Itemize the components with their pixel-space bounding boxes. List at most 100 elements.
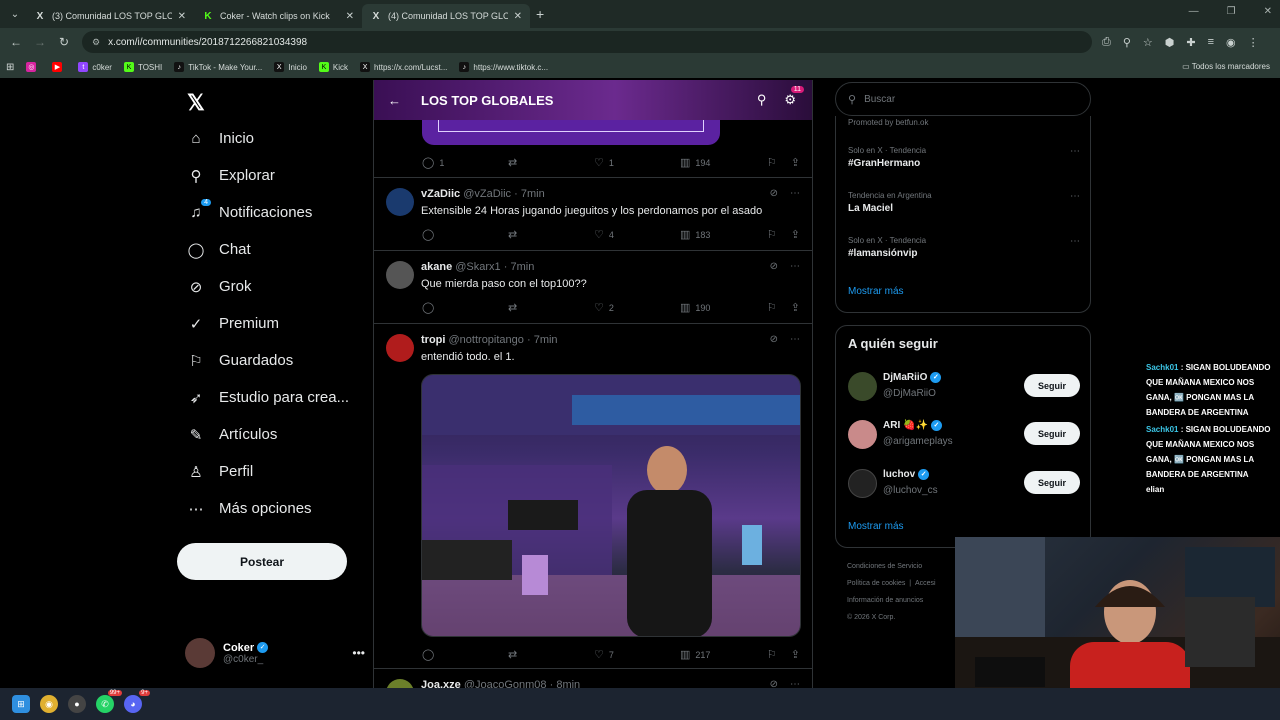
share-icon[interactable]: ⇪: [791, 228, 800, 241]
tweet-handle[interactable]: @nottropitango: [449, 334, 524, 346]
obs-icon[interactable]: ●: [68, 695, 86, 713]
cast-icon[interactable]: ⎙: [1102, 36, 1111, 49]
repost-button[interactable]: ⇄: [508, 228, 594, 241]
nav-profile[interactable]: ♙ Perfil: [175, 453, 365, 490]
grok-icon[interactable]: ⊘: [770, 679, 778, 688]
reply-button[interactable]: ◯: [422, 228, 508, 241]
more-icon[interactable]: •••: [352, 646, 365, 660]
nav-articles[interactable]: ✎ Artículos: [175, 416, 365, 453]
browser-tab-1[interactable]: X (3) Comunidad LOS TOP GLOBALES ✕: [26, 4, 194, 28]
tweet-author[interactable]: akane: [421, 261, 452, 273]
like-button[interactable]: ♡ 4: [594, 228, 680, 241]
minimize-icon[interactable]: —: [1189, 6, 1199, 17]
close-icon[interactable]: ✕: [346, 11, 354, 22]
tweet-author[interactable]: vZaDiic: [421, 188, 460, 200]
tweet-handle[interactable]: @JoacoGonm08: [464, 679, 547, 688]
bookmark-c0ker[interactable]: t c0ker: [78, 62, 112, 72]
share-icon[interactable]: ⇪: [791, 156, 800, 169]
reply-button[interactable]: ◯ 1: [422, 156, 508, 169]
tweet-author[interactable]: tropi: [421, 334, 445, 346]
bookmark-x-lucst[interactable]: Xhttps://x.com/Lucst...: [360, 62, 447, 72]
bookmark-tiktok[interactable]: ♪ TikTok - Make Your...: [174, 62, 262, 72]
bookmark-tiktok-2[interactable]: ♪ https://www.tiktok.c...: [459, 62, 548, 72]
more-icon[interactable]: ⋯: [790, 188, 800, 199]
bookmark-icon[interactable]: ⚐: [767, 648, 777, 661]
nav-grok[interactable]: ⊘ Grok: [175, 268, 365, 305]
avatar[interactable]: [386, 261, 414, 289]
windows-icon[interactable]: ⊞: [12, 695, 30, 713]
nav-notifications[interactable]: ♫ 4 Notificaciones: [175, 194, 365, 231]
nav-chat[interactable]: ◯ Chat: [175, 231, 365, 268]
bookmark-toshi[interactable]: K TOSHI: [123, 62, 162, 72]
reply-button[interactable]: ◯: [422, 301, 508, 314]
new-tab-button[interactable]: +: [536, 6, 544, 22]
avatar[interactable]: [386, 679, 414, 688]
more-icon[interactable]: ⋯: [790, 261, 800, 272]
repost-button[interactable]: ⇄: [508, 301, 594, 314]
nav-creator-studio[interactable]: ➶ Estudio para crea...: [175, 379, 365, 416]
more-icon[interactable]: ⋯: [1070, 191, 1080, 202]
like-button[interactable]: ♡ 1: [594, 156, 680, 169]
avatar[interactable]: [848, 372, 877, 401]
all-bookmarks[interactable]: ▭ Todos los marcadores: [1182, 62, 1270, 71]
avatar[interactable]: [386, 188, 414, 216]
extension-icon[interactable]: ⬢: [1165, 36, 1175, 49]
share-icon[interactable]: ⇪: [791, 301, 800, 314]
repost-button[interactable]: ⇄: [508, 648, 594, 661]
trend-item[interactable]: Tendencia en Argentina La Maciel ⋯: [848, 191, 1080, 214]
trend-item[interactable]: Solo en X · Tendencia #GranHermano ⋯: [848, 146, 1080, 169]
post-button[interactable]: Postear: [177, 543, 347, 580]
accessibility-link[interactable]: Accesi: [915, 580, 936, 587]
star-icon[interactable]: ☆: [1143, 36, 1153, 49]
nav-bookmarks[interactable]: ⚐ Guardados: [175, 342, 365, 379]
tweet-handle[interactable]: @vZaDiic: [463, 188, 511, 200]
more-icon[interactable]: ⋯: [1070, 236, 1080, 247]
more-icon[interactable]: ⋯: [790, 334, 800, 345]
bookmark-icon[interactable]: ⚐: [767, 156, 777, 169]
nav-premium[interactable]: ✓ Premium: [175, 305, 365, 342]
apps-grid-icon[interactable]: ⊞: [6, 62, 14, 73]
forward-icon[interactable]: →: [28, 35, 52, 49]
share-icon[interactable]: ⇪: [791, 648, 800, 661]
x-logo-icon[interactable]: 𝕏: [187, 90, 365, 116]
nav-more[interactable]: ⋯ Más opciones: [175, 490, 365, 527]
reading-list-icon[interactable]: ≡: [1208, 36, 1214, 49]
views-button[interactable]: ▥ 194: [680, 156, 766, 169]
url-bar[interactable]: ⚙ x.com/i/communities/201871226682103439…: [82, 31, 1092, 53]
tweet-author[interactable]: Joa.xze: [421, 679, 461, 688]
follow-button[interactable]: Seguir: [1024, 374, 1080, 397]
zoom-icon[interactable]: ⚲: [1123, 36, 1131, 49]
follow-button[interactable]: Seguir: [1024, 471, 1080, 494]
trend-item[interactable]: Solo en X · Tendencia #lamansiónvip ⋯: [848, 236, 1080, 259]
close-window-icon[interactable]: ✕: [1264, 6, 1272, 17]
kebab-menu-icon[interactable]: ⋮: [1248, 36, 1259, 49]
follow-suggestion[interactable]: DjMaRiiO ✓ @DjMaRiiO Seguir: [848, 370, 1080, 404]
cookies-link[interactable]: Política de cookies: [847, 580, 905, 587]
follow-suggestion[interactable]: ARI 🍓✨ ✓ @arigameplays Seguir: [848, 418, 1080, 452]
bookmark-icon[interactable]: ⚐: [767, 228, 777, 241]
previous-tweet-media[interactable]: [422, 120, 720, 145]
tweet-photo[interactable]: [421, 374, 801, 637]
search-icon[interactable]: ⚲: [757, 92, 767, 108]
chrome-icon[interactable]: ◉: [40, 695, 58, 713]
avatar[interactable]: [386, 334, 414, 362]
close-icon[interactable]: ✕: [178, 11, 186, 22]
follow-suggestion[interactable]: luchov ✓ @luchov_cs Seguir: [848, 467, 1080, 501]
back-arrow-icon[interactable]: ←: [388, 93, 401, 108]
search-input[interactable]: ⚲ Buscar: [835, 82, 1091, 116]
avatar[interactable]: [848, 469, 877, 498]
nav-home[interactable]: ⌂ Inicio: [175, 120, 365, 157]
back-icon[interactable]: ←: [4, 35, 28, 49]
like-button[interactable]: ♡ 7: [594, 648, 680, 661]
close-icon[interactable]: ✕: [514, 11, 522, 22]
restore-icon[interactable]: ❐: [1227, 6, 1236, 17]
like-button[interactable]: ♡ 2: [594, 301, 680, 314]
repost-button[interactable]: ⇄: [508, 156, 594, 169]
grok-icon[interactable]: ⊘: [770, 261, 778, 272]
settings-icon[interactable]: ⚙ 11: [784, 86, 804, 108]
show-more-follow-link[interactable]: Mostrar más: [848, 521, 904, 532]
more-icon[interactable]: ⋯: [790, 679, 800, 688]
browser-tab-2[interactable]: K Coker - Watch clips on Kick ✕: [194, 4, 362, 28]
bookmark-icon[interactable]: ⚐: [767, 301, 777, 314]
bookmark-instagram[interactable]: ◎: [26, 62, 40, 72]
